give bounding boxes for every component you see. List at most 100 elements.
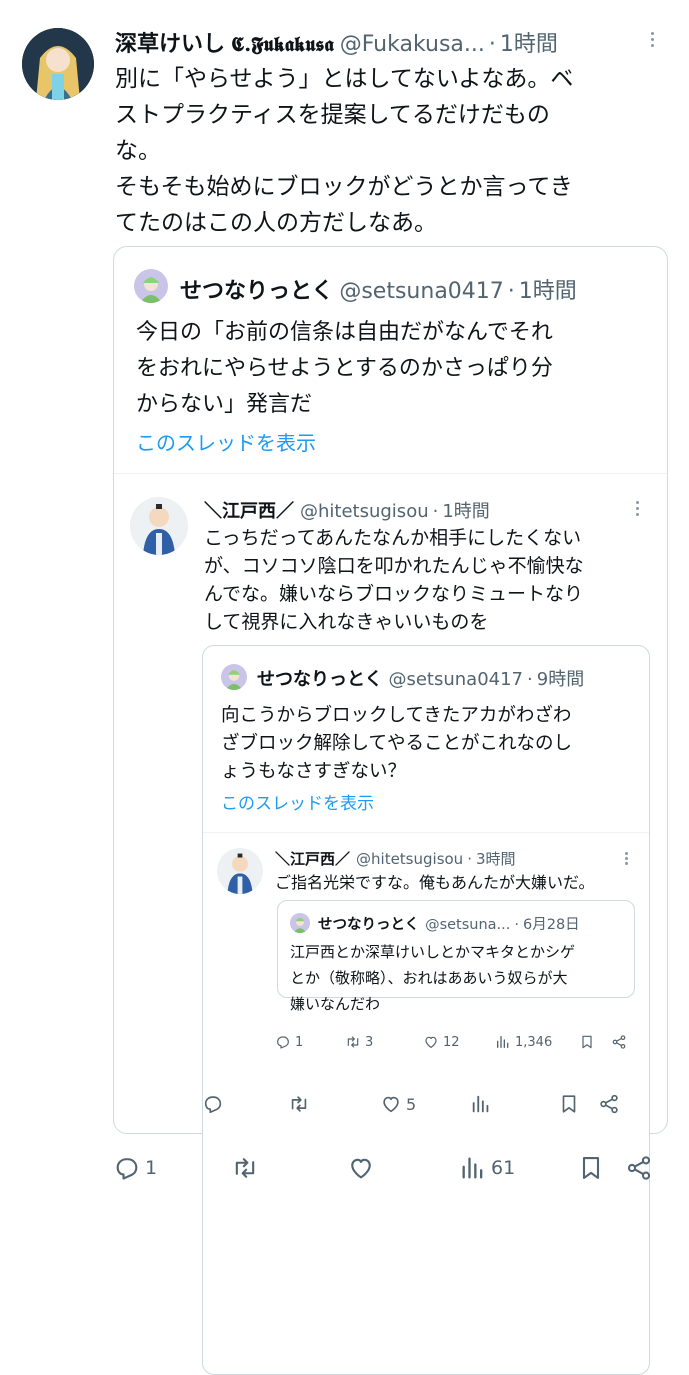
avatar-fukakusa[interactable] bbox=[22, 28, 94, 100]
heart-icon bbox=[347, 1154, 375, 1182]
more-options-icon[interactable] bbox=[651, 32, 654, 47]
views-count: 1,346 bbox=[515, 1034, 553, 1050]
avatar-hitetsugisou[interactable] bbox=[130, 497, 188, 555]
reply1-action-bar: 5 bbox=[202, 1093, 642, 1115]
reply1-header: ＼江戸西／ @hitetsugisou · 1時間 bbox=[204, 497, 490, 523]
more-options-icon[interactable] bbox=[636, 501, 639, 516]
quote3-text: 江戸西とか深草けいしとかマキタとかシゲ とか（敬称略）、おれはああいう奴らが大 … bbox=[290, 943, 576, 1013]
views-button[interactable]: 1,346 bbox=[495, 1034, 579, 1050]
reply1-time[interactable]: 1時間 bbox=[442, 497, 489, 523]
separator-dot: · bbox=[527, 669, 533, 690]
bookmark-button[interactable] bbox=[579, 1034, 611, 1050]
author-name-logo: 𝕮.𝕱𝖚𝖐𝖆𝖐𝖚𝖘𝖆 bbox=[231, 32, 334, 56]
separator-dot: · bbox=[467, 850, 472, 868]
reply2-handle[interactable]: @hitetsugisou bbox=[356, 850, 463, 868]
bookmark-button[interactable] bbox=[558, 1093, 598, 1115]
retweet-icon bbox=[231, 1154, 259, 1182]
reply2-header: ＼江戸西／ @hitetsugisou · 3時間 bbox=[275, 848, 516, 869]
quoted-tweet-card-2[interactable]: せつなりっとく @setsuna0417 · 9時間 向こうからブロックしてきた… bbox=[202, 645, 650, 1375]
quote1-header: せつなりっとく @setsuna0417 · 1時間 bbox=[180, 273, 577, 305]
quote1-time[interactable]: 1時間 bbox=[519, 273, 577, 305]
share-button[interactable] bbox=[611, 1034, 627, 1050]
retweet-icon bbox=[345, 1034, 361, 1050]
main-tweet-text: 別に「やらせよう」とはしてないよなあ。ベ ストプラクティスを提案してるだけだもの… bbox=[115, 66, 574, 236]
reply2-time[interactable]: 3時間 bbox=[476, 848, 516, 869]
avatar-setsuna[interactable] bbox=[134, 269, 168, 303]
like-button[interactable]: 12 bbox=[423, 1034, 495, 1050]
reply-button[interactable]: 1 bbox=[113, 1154, 231, 1182]
bookmark-icon bbox=[558, 1093, 580, 1115]
retweet-button[interactable] bbox=[288, 1093, 380, 1115]
reply-button[interactable] bbox=[202, 1093, 288, 1115]
retweet-button[interactable] bbox=[231, 1154, 347, 1182]
reply1-handle[interactable]: @hitetsugisou bbox=[300, 501, 429, 522]
quote1-show-thread-link[interactable]: このスレッドを表示 bbox=[136, 427, 316, 456]
quote1-text: 今日の「お前の信条は自由だがなんでそれ をおれにやらせようとするのかさっぱり分 … bbox=[136, 320, 553, 417]
reply2-action-bar: 1 3 12 1,346 bbox=[275, 1034, 635, 1050]
reply-count: 1 bbox=[145, 1157, 158, 1179]
main-tweet-header: 深草けいし 𝕮.𝕱𝖚𝖐𝖆𝖐𝖚𝖘𝖆 @Fukakusa... · 1時間 bbox=[115, 26, 558, 58]
avatar-image bbox=[22, 28, 94, 100]
reply2-author-name[interactable]: ＼江戸西／ bbox=[275, 848, 350, 869]
like-count: 5 bbox=[406, 1094, 417, 1114]
views-icon bbox=[470, 1093, 492, 1115]
divider bbox=[203, 832, 649, 833]
quote2-header: せつなりっとく @setsuna0417 · 9時間 bbox=[257, 665, 584, 691]
quote3-author-name[interactable]: せつなりっとく bbox=[318, 913, 419, 934]
retweet-count: 3 bbox=[365, 1034, 374, 1050]
separator-dot: · bbox=[507, 279, 515, 304]
reply-icon bbox=[202, 1093, 224, 1115]
quote1-handle[interactable]: @setsuna0417 bbox=[339, 279, 503, 304]
views-icon bbox=[459, 1154, 487, 1182]
avatar-image bbox=[217, 848, 263, 894]
more-options-icon[interactable] bbox=[625, 852, 628, 865]
reply-count: 1 bbox=[295, 1034, 304, 1050]
divider bbox=[114, 473, 667, 474]
author-handle[interactable]: @Fukakusa... bbox=[340, 32, 485, 57]
separator-dot: · bbox=[514, 917, 519, 933]
quote1-author-name[interactable]: せつなりっとく bbox=[180, 273, 333, 305]
avatar-image bbox=[130, 497, 188, 555]
reply2-text: ご指名光栄ですな。俺もあんたが大嫌いだ。 bbox=[275, 873, 595, 892]
tweet-time[interactable]: 1時間 bbox=[500, 26, 558, 58]
reply1-text: こっちだってあんたなんか相手にしたくない が、コソコソ陰口を叩かれたんじゃ不愉快… bbox=[204, 527, 584, 633]
quoted-tweet-card-3[interactable]: せつなりっとく @setsuna... · 6月28日 江戸西とか深草けいしとか… bbox=[277, 900, 635, 1013]
retweet-icon bbox=[288, 1093, 310, 1115]
share-button[interactable] bbox=[598, 1093, 620, 1115]
bookmark-button[interactable] bbox=[577, 1154, 625, 1182]
quote3-handle[interactable]: @setsuna... bbox=[425, 917, 510, 933]
retweet-button[interactable]: 3 bbox=[345, 1034, 423, 1050]
share-icon bbox=[625, 1154, 653, 1182]
reply-icon bbox=[113, 1154, 141, 1182]
quote2-show-thread-link[interactable]: このスレッドを表示 bbox=[221, 789, 374, 814]
avatar-setsuna[interactable] bbox=[290, 913, 310, 933]
quote3-header: せつなりっとく @setsuna... · 6月28日 bbox=[318, 913, 580, 934]
quote2-time[interactable]: 9時間 bbox=[537, 665, 584, 691]
views-icon bbox=[495, 1034, 511, 1050]
reply1-author-name[interactable]: ＼江戸西／ bbox=[204, 497, 294, 523]
quote2-author-name[interactable]: せつなりっとく bbox=[257, 665, 382, 691]
bookmark-icon bbox=[577, 1154, 605, 1182]
author-name[interactable]: 深草けいし bbox=[115, 26, 225, 58]
views-button[interactable] bbox=[470, 1093, 558, 1115]
bookmark-icon bbox=[579, 1034, 595, 1050]
share-icon bbox=[598, 1093, 620, 1115]
avatar-image bbox=[221, 664, 247, 690]
main-action-bar: 1 61 bbox=[113, 1154, 658, 1182]
like-button[interactable]: 5 bbox=[380, 1093, 470, 1115]
avatar-setsuna[interactable] bbox=[221, 664, 247, 690]
quoted-tweet-card[interactable]: せつなりっとく @setsuna0417 · 1時間 今日の「お前の信条は自由だ… bbox=[113, 246, 668, 1375]
like-button[interactable] bbox=[347, 1154, 459, 1182]
share-icon bbox=[611, 1034, 627, 1050]
quote2-handle[interactable]: @setsuna0417 bbox=[388, 669, 523, 690]
reply-button[interactable]: 1 bbox=[275, 1034, 345, 1050]
quote3-time[interactable]: 6月28日 bbox=[523, 913, 580, 934]
quote2-text: 向こうからブロックしてきたアカがわざわ ざブロック解除してやることがこれなのし … bbox=[221, 705, 572, 782]
avatar-image bbox=[134, 269, 168, 303]
share-button[interactable] bbox=[625, 1154, 653, 1182]
avatar-hitetsugisou[interactable] bbox=[217, 848, 263, 894]
views-button[interactable]: 61 bbox=[459, 1154, 577, 1182]
separator-dot: · bbox=[432, 501, 439, 522]
heart-icon bbox=[423, 1034, 439, 1050]
separator-dot: · bbox=[488, 32, 496, 57]
